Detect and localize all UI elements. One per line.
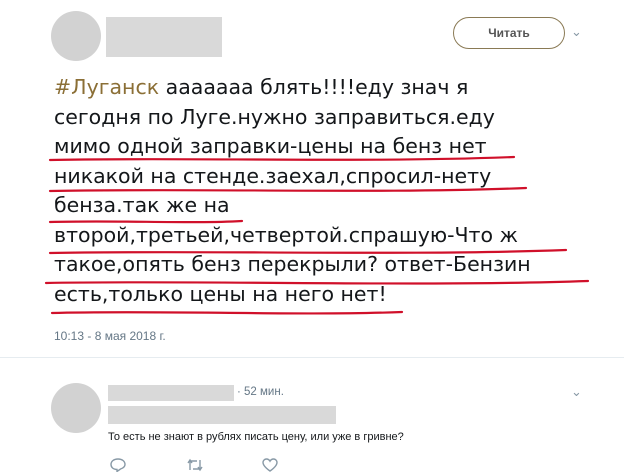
reply-mention-redacted — [108, 406, 336, 424]
underline-5 — [44, 279, 590, 285]
reply-icon[interactable] — [110, 458, 126, 476]
underline-6 — [50, 310, 404, 315]
reply-text: То есть не знают в рублях писать цену, и… — [108, 431, 404, 443]
underline-3 — [48, 219, 244, 224]
underline-1 — [48, 155, 516, 162]
tweet-timestamp[interactable]: 10:13 - 8 мая 2018 г. — [54, 329, 166, 343]
reply-chevron-down-icon[interactable]: ⌄ — [571, 385, 582, 400]
underline-4 — [48, 248, 568, 255]
reply-time[interactable]: · 52 мин. — [237, 386, 284, 398]
underline-2 — [48, 186, 528, 193]
heart-icon[interactable] — [262, 458, 278, 476]
divider — [0, 357, 624, 358]
retweet-icon[interactable] — [186, 458, 204, 476]
reply-avatar[interactable] — [51, 383, 101, 433]
reply-author-redacted — [108, 385, 234, 401]
